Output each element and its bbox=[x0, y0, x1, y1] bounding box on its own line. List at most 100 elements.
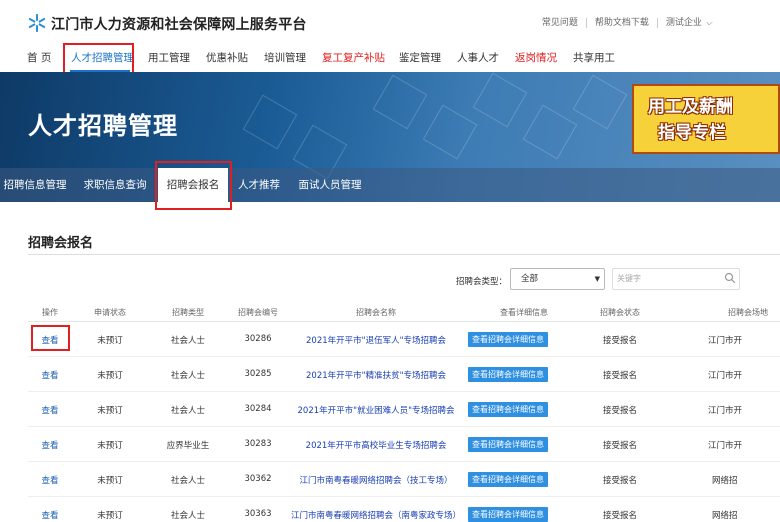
logo-icon bbox=[28, 14, 46, 32]
view-link[interactable]: 查看 bbox=[41, 369, 58, 381]
decor-hexagon bbox=[472, 72, 528, 128]
decor-hexagon bbox=[242, 94, 298, 150]
recruit-type: 应界毕业生 bbox=[166, 441, 210, 451]
sub-nav: 招聘信息管理 求职信息查询 招聘会报名 人才推荐 面试人员管理 bbox=[0, 168, 780, 202]
section-title: 招聘会报名 bbox=[28, 236, 94, 251]
view-detail-button[interactable]: 查看招聘会详细信息 bbox=[468, 367, 548, 382]
top-links: 常见问题 帮助文档下载 测试企业 ⌵ bbox=[534, 18, 720, 28]
jobfair-name: 2021年开平市高校毕业生专场招聘会 bbox=[305, 441, 447, 451]
table-row: 查看 未预订 社会人士 30285 2021年开平市"精准扶贫"专场招聘会 查看… bbox=[28, 357, 780, 392]
jobfair-type-label: 招聘会类型： bbox=[456, 277, 508, 287]
apply-status: 未预订 bbox=[97, 476, 123, 486]
jobfair-name: 2021年开平市"精准扶贫"专场招聘会 bbox=[306, 371, 446, 381]
chevron-down-icon: ⌵ bbox=[705, 18, 712, 27]
nav-return-status[interactable]: 返岗情况 bbox=[515, 50, 557, 65]
recruit-type: 社会人士 bbox=[170, 371, 206, 381]
jobfair-venue: 网络招 bbox=[712, 511, 738, 521]
faq-link[interactable]: 常见问题 bbox=[534, 18, 586, 28]
nav-employment[interactable]: 用工管理 bbox=[148, 50, 190, 65]
view-detail-button[interactable]: 查看招聘会详细信息 bbox=[468, 507, 548, 522]
account-menu[interactable]: 测试企业 ⌵ bbox=[656, 18, 720, 28]
account-name: 测试企业 bbox=[665, 18, 702, 28]
nav-appraisal[interactable]: 鉴定管理 bbox=[399, 50, 441, 65]
nav-personnel[interactable]: 人事人才 bbox=[457, 50, 499, 65]
jobfair-name: 江门市南粤春暖网络招聘会（技工专场） bbox=[299, 476, 453, 486]
jobfair-venue: 网络招 bbox=[712, 476, 738, 486]
col-detail: 查看详细信息 bbox=[500, 308, 548, 317]
jobfair-state: 接受报名 bbox=[602, 336, 638, 346]
view-link[interactable]: 查看 bbox=[41, 474, 58, 486]
apply-status: 未预订 bbox=[97, 406, 123, 416]
recruit-type: 社会人士 bbox=[170, 511, 206, 521]
col-code: 招聘会编号 bbox=[238, 308, 278, 317]
jobfair-name: 江门市南粤春暖网络招聘会（南粤家政专场） bbox=[290, 511, 462, 521]
recruit-type: 社会人士 bbox=[170, 476, 206, 486]
subnav-interviewee-manage[interactable]: 面试人员管理 bbox=[292, 168, 368, 202]
site-title: 江门市人力资源和社会保障网上服务平台 bbox=[51, 17, 307, 33]
jobfair-code: 30363 bbox=[244, 509, 272, 519]
jobfair-name: 2021年开平市"退伍军人"专场招聘会 bbox=[306, 336, 446, 346]
table-row: 查看 未预订 社会人士 30362 江门市南粤春暖网络招聘会（技工专场） 查看招… bbox=[28, 462, 780, 497]
jobfair-venue: 江门市开 bbox=[708, 336, 743, 346]
jobfair-venue: 江门市开 bbox=[708, 371, 743, 381]
jobfair-venue: 江门市开 bbox=[708, 406, 743, 416]
apply-status: 未预订 bbox=[97, 511, 123, 521]
nav-shared-employment[interactable]: 共享用工 bbox=[573, 50, 615, 65]
col-status: 申请状态 bbox=[94, 308, 126, 317]
view-link[interactable]: 查看 bbox=[41, 404, 58, 416]
col-action: 操作 bbox=[42, 308, 58, 317]
help-download-link[interactable]: 帮助文档下载 bbox=[585, 18, 657, 28]
subnav-jobseeker-query[interactable]: 求职信息查询 bbox=[78, 168, 152, 202]
apply-status: 未预订 bbox=[97, 336, 123, 346]
decor-hexagon bbox=[572, 74, 628, 130]
search-icon[interactable] bbox=[724, 272, 736, 284]
table-row: 查看 未预订 社会人士 30363 江门市南粤春暖网络招聘会（南粤家政专场） 查… bbox=[28, 497, 780, 522]
jobfair-state: 接受报名 bbox=[602, 476, 638, 486]
jobfair-code: 30362 bbox=[244, 474, 272, 484]
view-detail-button[interactable]: 查看招聘会详细信息 bbox=[468, 437, 548, 452]
jobfair-state: 接受报名 bbox=[602, 511, 638, 521]
recruit-type: 社会人士 bbox=[170, 336, 206, 346]
decor-hexagon bbox=[372, 74, 428, 130]
jobfair-state: 接受报名 bbox=[602, 441, 638, 451]
decor-hexagon bbox=[422, 104, 478, 160]
view-link[interactable]: 查看 bbox=[41, 509, 58, 521]
nav-subsidies[interactable]: 优惠补贴 bbox=[206, 50, 248, 65]
highlight-box-subnav bbox=[155, 161, 232, 210]
table-header: 操作 申请状态 招聘类型 招聘会编号 招聘会名称 查看详细信息 招聘会状态 招聘… bbox=[28, 304, 780, 322]
view-detail-button[interactable]: 查看招聘会详细信息 bbox=[468, 472, 548, 487]
table-row: 查看 未预订 社会人士 30284 2021年开平市"就业困难人员"专场招聘会 … bbox=[28, 392, 780, 427]
table-row: 查看 未预订 社会人士 30286 2021年开平市"退伍军人"专场招聘会 查看… bbox=[28, 322, 780, 357]
table-row: 查看 未预订 应界毕业生 30283 2021年开平市高校毕业生专场招聘会 查看… bbox=[28, 427, 780, 462]
view-detail-button[interactable]: 查看招聘会详细信息 bbox=[468, 402, 548, 417]
jobfair-code: 30284 bbox=[244, 404, 272, 414]
subnav-talent-recommend[interactable]: 人才推荐 bbox=[232, 168, 286, 202]
jobfair-state: 接受报名 bbox=[602, 406, 638, 416]
col-name: 招聘会名称 bbox=[356, 308, 396, 317]
jobfair-code: 30285 bbox=[244, 369, 272, 379]
salary-guide-promo[interactable]: 用工及薪酬 指导专栏 bbox=[632, 84, 780, 154]
dropdown-arrow-icon: ▼ bbox=[594, 275, 600, 283]
nav-training[interactable]: 培训管理 bbox=[264, 50, 306, 65]
decor-hexagon bbox=[522, 104, 578, 160]
col-state: 招聘会状态 bbox=[600, 308, 640, 317]
jobfair-venue: 江门市开 bbox=[708, 441, 743, 451]
section-divider bbox=[28, 254, 780, 255]
promo-line-1: 用工及薪酬 bbox=[648, 97, 733, 117]
jobfair-type-select[interactable]: 全部 ▼ bbox=[510, 268, 605, 290]
subnav-recruit-info[interactable]: 招聘信息管理 bbox=[0, 168, 70, 202]
nav-home[interactable]: 首 页 bbox=[27, 50, 51, 65]
jobfair-type-value: 全部 bbox=[521, 274, 539, 284]
col-venue: 招聘会场地 bbox=[728, 308, 768, 317]
apply-status: 未预订 bbox=[97, 371, 123, 381]
view-link[interactable]: 查看 bbox=[41, 439, 58, 451]
recruit-type: 社会人士 bbox=[170, 406, 206, 416]
jobfair-code: 30286 bbox=[244, 334, 272, 344]
nav-resumption-subsidy[interactable]: 复工复产补贴 bbox=[322, 50, 385, 65]
col-type: 招聘类型 bbox=[172, 308, 204, 317]
jobfair-name: 2021年开平市"就业困难人员"专场招聘会 bbox=[297, 406, 455, 416]
jobfair-code: 30283 bbox=[244, 439, 272, 449]
keyword-search-input[interactable]: 关键字 bbox=[612, 268, 740, 290]
highlight-box-view bbox=[31, 325, 70, 351]
view-detail-button[interactable]: 查看招聘会详细信息 bbox=[468, 332, 548, 347]
